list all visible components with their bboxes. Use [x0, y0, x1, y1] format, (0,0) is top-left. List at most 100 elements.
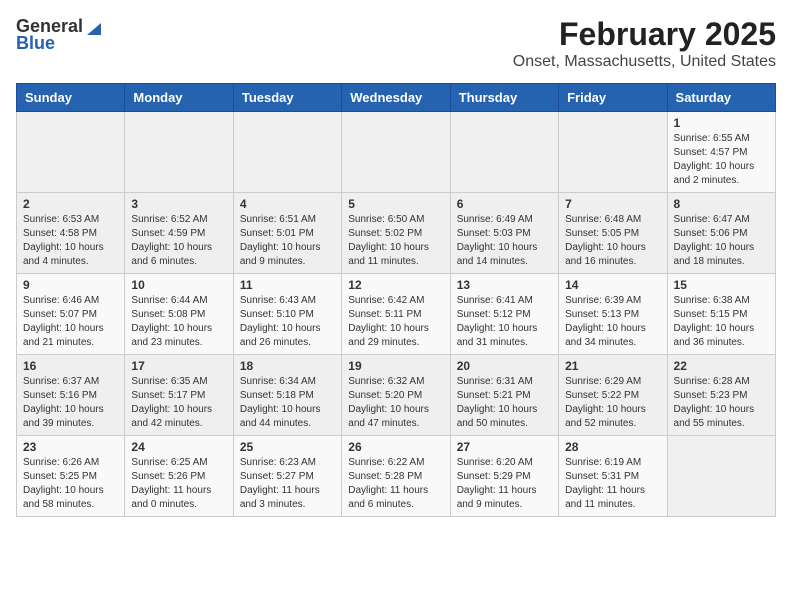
day-of-week-header: Thursday [450, 84, 558, 112]
day-info: Sunrise: 6:53 AM Sunset: 4:58 PM Dayligh… [23, 213, 118, 269]
day-info: Sunrise: 6:55 AM Sunset: 4:57 PM Dayligh… [674, 132, 769, 188]
calendar-day-cell: 19 Sunrise: 6:32 AM Sunset: 5:20 PM Dayli… [342, 355, 450, 436]
day-info: Sunrise: 6:41 AM Sunset: 5:12 PM Dayligh… [457, 294, 552, 350]
logo: General Blue [16, 16, 103, 54]
day-number: 25 [240, 440, 335, 454]
day-info: Sunrise: 6:37 AM Sunset: 5:16 PM Dayligh… [23, 375, 118, 431]
day-number: 19 [348, 359, 443, 373]
calendar-day-cell: 20 Sunrise: 6:31 AM Sunset: 5:21 PM Dayli… [450, 355, 558, 436]
day-number: 9 [23, 278, 118, 292]
calendar-day-cell: 7 Sunrise: 6:48 AM Sunset: 5:05 PM Daylig… [559, 193, 667, 274]
day-of-week-header: Friday [559, 84, 667, 112]
day-info: Sunrise: 6:29 AM Sunset: 5:22 PM Dayligh… [565, 375, 660, 431]
calendar-day-cell: 10 Sunrise: 6:44 AM Sunset: 5:08 PM Dayli… [125, 274, 233, 355]
calendar-day-cell: 22Sunrise: 6:28 AM Sunset: 5:23 PM Dayli… [667, 355, 775, 436]
calendar-day-cell [559, 112, 667, 193]
day-info: Sunrise: 6:34 AM Sunset: 5:18 PM Dayligh… [240, 375, 335, 431]
day-info: Sunrise: 6:25 AM Sunset: 5:26 PM Dayligh… [131, 456, 226, 512]
day-number: 18 [240, 359, 335, 373]
calendar-day-cell: 21 Sunrise: 6:29 AM Sunset: 5:22 PM Dayli… [559, 355, 667, 436]
calendar-week-row: 9 Sunrise: 6:46 AM Sunset: 5:07 PM Daylig… [17, 274, 776, 355]
calendar-day-cell: 3 Sunrise: 6:52 AM Sunset: 4:59 PM Daylig… [125, 193, 233, 274]
day-info: Sunrise: 6:42 AM Sunset: 5:11 PM Dayligh… [348, 294, 443, 350]
day-number: 26 [348, 440, 443, 454]
calendar-day-cell: 27 Sunrise: 6:20 AM Sunset: 5:29 PM Dayli… [450, 436, 558, 517]
day-number: 3 [131, 197, 226, 211]
day-info: Sunrise: 6:48 AM Sunset: 5:05 PM Dayligh… [565, 213, 660, 269]
day-number: 10 [131, 278, 226, 292]
day-of-week-header: Sunday [17, 84, 125, 112]
calendar-day-cell: 15 Sunrise: 6:38 AM Sunset: 5:15 PM Dayli… [667, 274, 775, 355]
day-of-week-header: Monday [125, 84, 233, 112]
calendar-day-cell: 26 Sunrise: 6:22 AM Sunset: 5:28 PM Dayli… [342, 436, 450, 517]
calendar-day-cell [450, 112, 558, 193]
page-subtitle: Onset, Massachusetts, United States [513, 53, 776, 71]
calendar-day-cell: 5 Sunrise: 6:50 AM Sunset: 5:02 PM Daylig… [342, 193, 450, 274]
day-info: Sunrise: 6:51 AM Sunset: 5:01 PM Dayligh… [240, 213, 335, 269]
logo-blue: Blue [16, 33, 55, 54]
day-number: 28 [565, 440, 660, 454]
calendar-day-cell [667, 436, 775, 517]
calendar-day-cell: 1 Sunrise: 6:55 AM Sunset: 4:57 PM Daylig… [667, 112, 775, 193]
calendar-day-cell: 14 Sunrise: 6:39 AM Sunset: 5:13 PM Dayli… [559, 274, 667, 355]
day-info: Sunrise: 6:20 AM Sunset: 5:29 PM Dayligh… [457, 456, 552, 512]
calendar-header-row: SundayMondayTuesdayWednesdayThursdayFrid… [17, 84, 776, 112]
day-info: Sunrise: 6:44 AM Sunset: 5:08 PM Dayligh… [131, 294, 226, 350]
calendar-week-row: 16 Sunrise: 6:37 AM Sunset: 5:16 PM Dayli… [17, 355, 776, 436]
day-info: Sunrise: 6:43 AM Sunset: 5:10 PM Dayligh… [240, 294, 335, 350]
calendar-table: SundayMondayTuesdayWednesdayThursdayFrid… [16, 83, 776, 517]
day-info: Sunrise: 6:38 AM Sunset: 5:15 PM Dayligh… [674, 294, 769, 350]
day-number: 8 [674, 197, 769, 211]
day-number: 24 [131, 440, 226, 454]
day-number: 4 [240, 197, 335, 211]
page-title: February 2025 [513, 16, 776, 53]
calendar-day-cell: 8 Sunrise: 6:47 AM Sunset: 5:06 PM Daylig… [667, 193, 775, 274]
calendar-week-row: 23Sunrise: 6:26 AM Sunset: 5:25 PM Dayli… [17, 436, 776, 517]
calendar-day-cell: 12Sunrise: 6:42 AM Sunset: 5:11 PM Dayli… [342, 274, 450, 355]
day-number: 14 [565, 278, 660, 292]
day-info: Sunrise: 6:46 AM Sunset: 5:07 PM Dayligh… [23, 294, 118, 350]
day-number: 13 [457, 278, 552, 292]
day-info: Sunrise: 6:22 AM Sunset: 5:28 PM Dayligh… [348, 456, 443, 512]
day-info: Sunrise: 6:39 AM Sunset: 5:13 PM Dayligh… [565, 294, 660, 350]
calendar-day-cell: 18 Sunrise: 6:34 AM Sunset: 5:18 PM Dayli… [233, 355, 341, 436]
day-info: Sunrise: 6:19 AM Sunset: 5:31 PM Dayligh… [565, 456, 660, 512]
day-info: Sunrise: 6:32 AM Sunset: 5:20 PM Dayligh… [348, 375, 443, 431]
title-block: February 2025 Onset, Massachusetts, Unit… [513, 16, 776, 71]
day-number: 5 [348, 197, 443, 211]
day-number: 16 [23, 359, 118, 373]
day-info: Sunrise: 6:52 AM Sunset: 4:59 PM Dayligh… [131, 213, 226, 269]
day-number: 23 [23, 440, 118, 454]
day-of-week-header: Saturday [667, 84, 775, 112]
day-number: 27 [457, 440, 552, 454]
calendar-day-cell: 16 Sunrise: 6:37 AM Sunset: 5:16 PM Dayli… [17, 355, 125, 436]
day-number: 22 [674, 359, 769, 373]
calendar-day-cell: 6Sunrise: 6:49 AM Sunset: 5:03 PM Daylig… [450, 193, 558, 274]
calendar-week-row: 2 Sunrise: 6:53 AM Sunset: 4:58 PM Daylig… [17, 193, 776, 274]
day-number: 2 [23, 197, 118, 211]
day-number: 17 [131, 359, 226, 373]
day-info: Sunrise: 6:50 AM Sunset: 5:02 PM Dayligh… [348, 213, 443, 269]
day-of-week-header: Tuesday [233, 84, 341, 112]
day-number: 7 [565, 197, 660, 211]
calendar-day-cell [125, 112, 233, 193]
day-number: 20 [457, 359, 552, 373]
day-number: 21 [565, 359, 660, 373]
day-number: 11 [240, 278, 335, 292]
calendar-day-cell: 17Sunrise: 6:35 AM Sunset: 5:17 PM Dayli… [125, 355, 233, 436]
page-header: General Blue February 2025 Onset, Massac… [16, 16, 776, 71]
calendar-day-cell [17, 112, 125, 193]
calendar-week-row: 1 Sunrise: 6:55 AM Sunset: 4:57 PM Daylig… [17, 112, 776, 193]
calendar-day-cell: 11 Sunrise: 6:43 AM Sunset: 5:10 PM Dayli… [233, 274, 341, 355]
day-of-week-header: Wednesday [342, 84, 450, 112]
day-number: 15 [674, 278, 769, 292]
day-info: Sunrise: 6:31 AM Sunset: 5:21 PM Dayligh… [457, 375, 552, 431]
day-info: Sunrise: 6:47 AM Sunset: 5:06 PM Dayligh… [674, 213, 769, 269]
calendar-day-cell: 28 Sunrise: 6:19 AM Sunset: 5:31 PM Dayli… [559, 436, 667, 517]
logo-triangle-icon [85, 19, 103, 37]
day-info: Sunrise: 6:23 AM Sunset: 5:27 PM Dayligh… [240, 456, 335, 512]
calendar-day-cell: 25 Sunrise: 6:23 AM Sunset: 5:27 PM Dayli… [233, 436, 341, 517]
calendar-day-cell: 13 Sunrise: 6:41 AM Sunset: 5:12 PM Dayli… [450, 274, 558, 355]
day-number: 1 [674, 116, 769, 130]
calendar-day-cell: 23Sunrise: 6:26 AM Sunset: 5:25 PM Dayli… [17, 436, 125, 517]
